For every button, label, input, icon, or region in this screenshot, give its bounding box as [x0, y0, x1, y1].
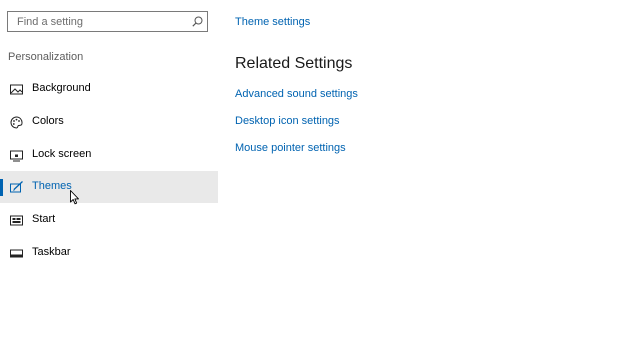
advanced-sound-settings-link[interactable]: Advanced sound settings [235, 88, 358, 100]
taskbar-icon [10, 249, 23, 258]
sidebar-item-themes[interactable]: Themes [0, 171, 218, 203]
search-input[interactable] [8, 12, 197, 31]
sidebar-item-label: Themes [32, 180, 72, 192]
sidebar-item-label: Background [32, 82, 91, 94]
mouse-pointer-settings-link[interactable]: Mouse pointer settings [235, 142, 346, 154]
themes-brush-icon [10, 181, 23, 193]
sidebar-item-background[interactable]: Background [0, 73, 218, 105]
background-image-icon [10, 84, 23, 95]
lock-screen-icon [10, 150, 23, 162]
settings-window: Personalization Background Colors [0, 0, 640, 360]
sidebar-item-label: Taskbar [32, 246, 71, 258]
sidebar-item-colors[interactable]: Colors [0, 106, 218, 138]
related-settings-heading: Related Settings [235, 55, 353, 72]
sidebar-item-label: Start [32, 213, 56, 225]
mouse-cursor-icon [70, 190, 79, 205]
sidebar-item-label: Colors [32, 115, 64, 127]
section-label-personalization: Personalization [8, 51, 84, 63]
sidebar-item-label: Lock screen [32, 148, 92, 160]
sidebar-item-start[interactable]: Start [0, 204, 218, 236]
sidebar-item-lock-screen[interactable]: Lock screen [0, 139, 218, 171]
main-content: Theme settings Related Settings Advanced… [218, 0, 640, 360]
search-box[interactable] [7, 11, 208, 32]
sidebar-item-taskbar[interactable]: Taskbar [0, 237, 218, 269]
theme-settings-link[interactable]: Theme settings [235, 16, 310, 28]
search-icon[interactable] [192, 16, 203, 27]
selection-indicator [0, 179, 3, 196]
palette-icon [10, 116, 23, 129]
desktop-icon-settings-link[interactable]: Desktop icon settings [235, 115, 340, 127]
start-menu-icon [10, 215, 23, 226]
sidebar: Personalization Background Colors [0, 0, 218, 360]
